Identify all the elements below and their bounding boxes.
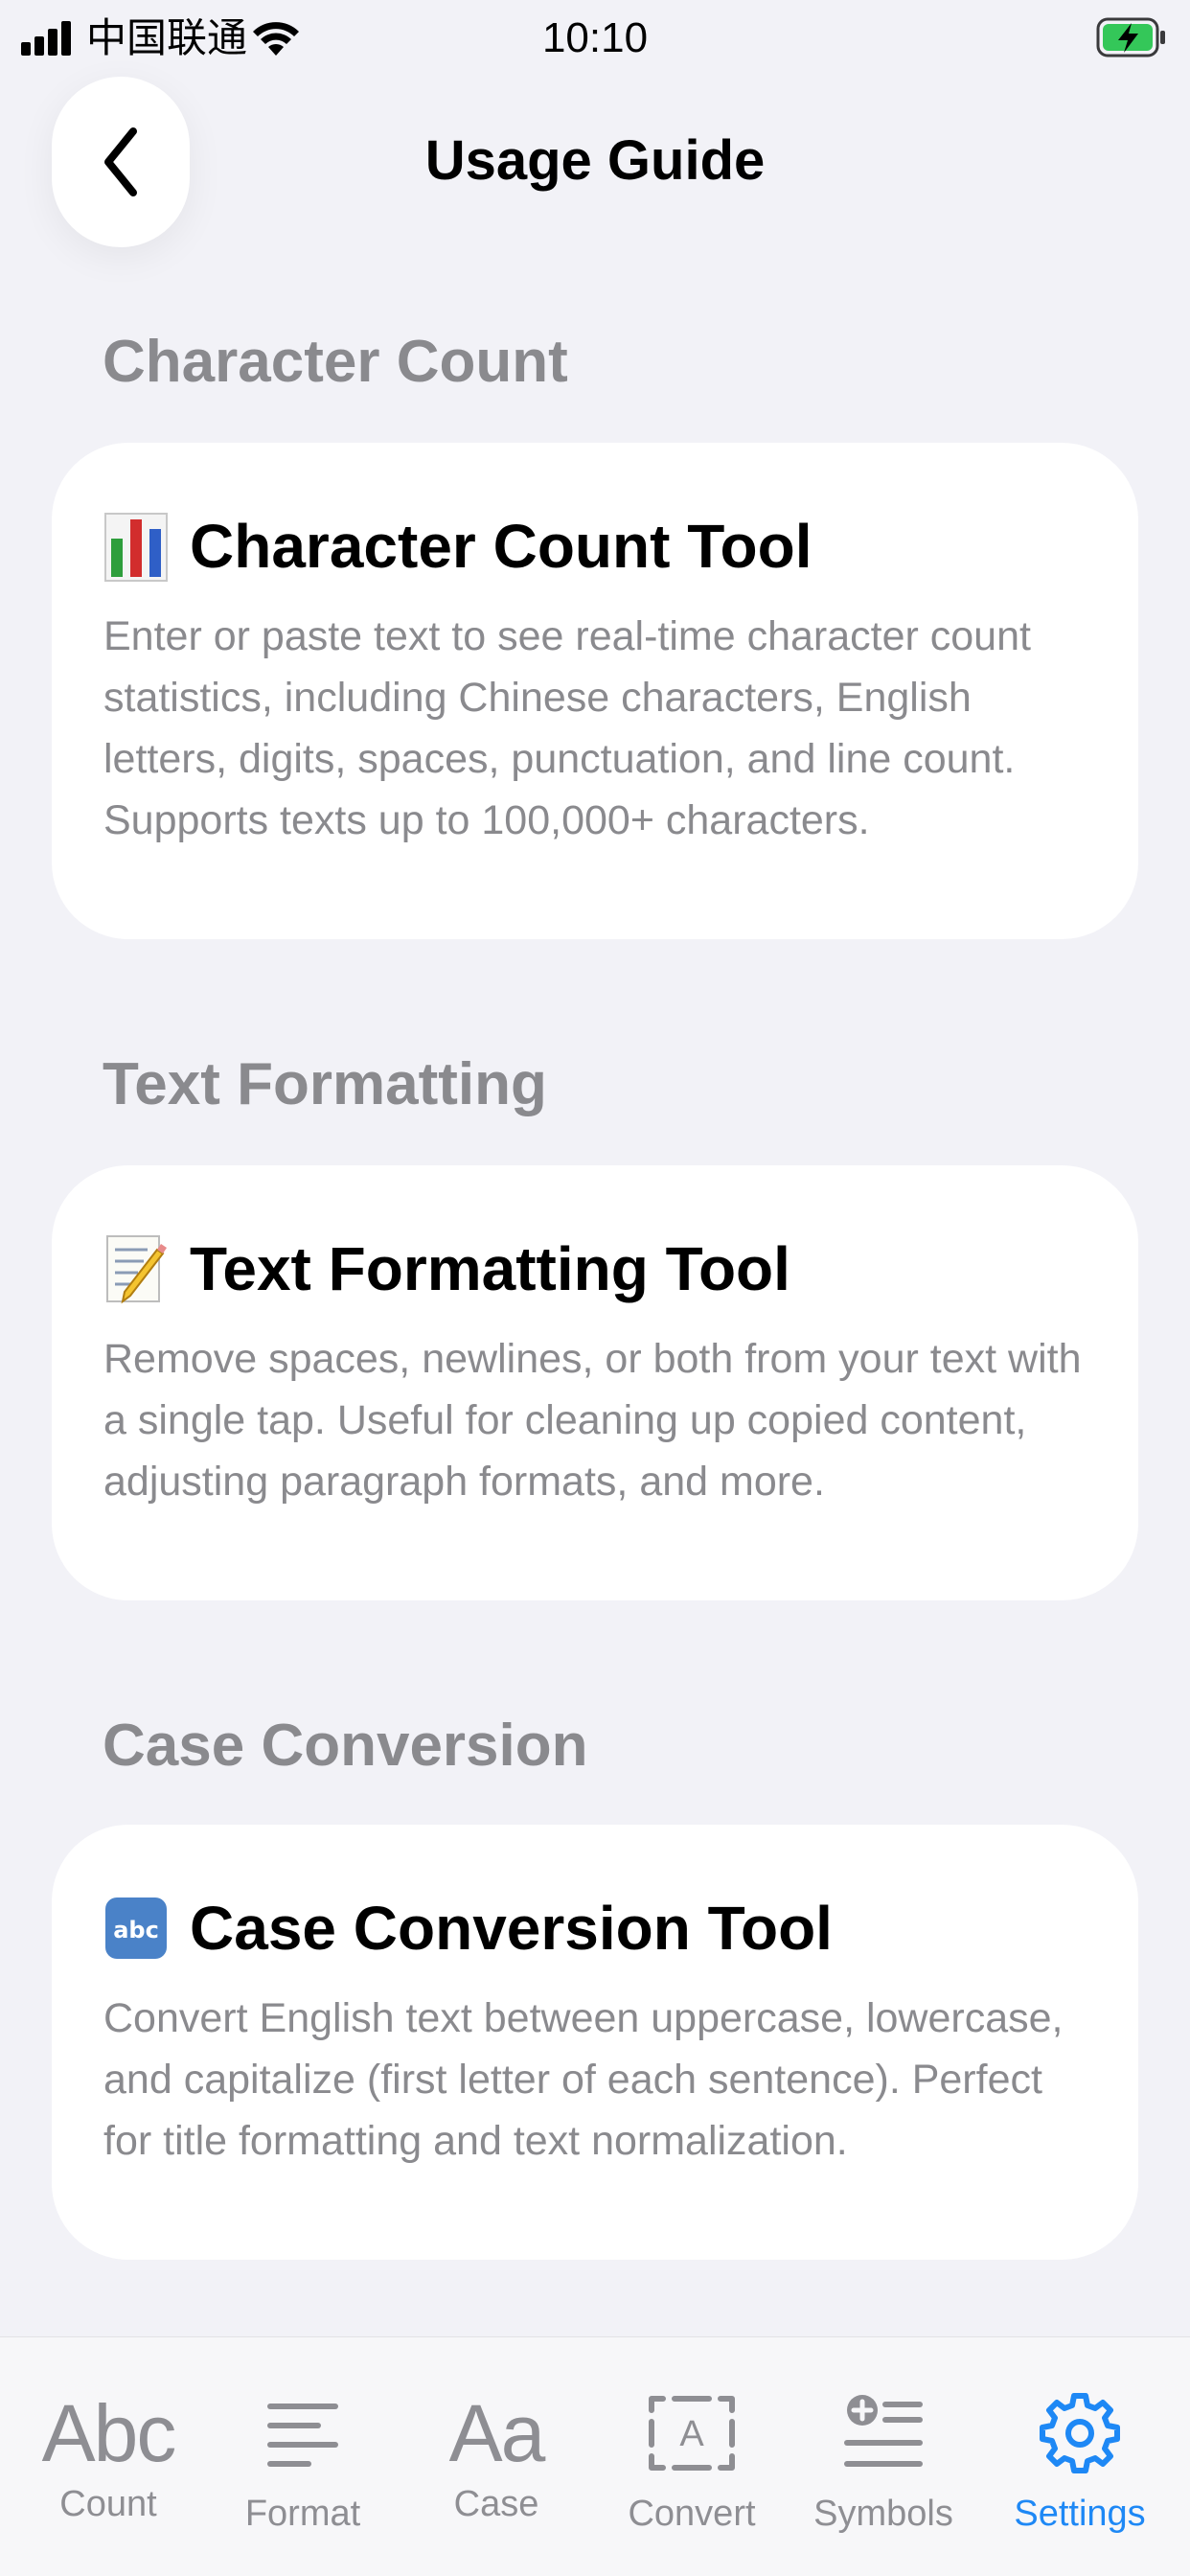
screen: 中国联通 10:10 Usage Guide Character Count C… [0,0,1190,2576]
memo-emoji-icon [106,1235,167,1304]
tab-label: Settings [1014,2494,1146,2534]
status-time: 10:10 [541,14,649,61]
card-title-row: Character Count Tool [103,508,812,585]
a-box-icon: A [596,2385,788,2481]
tab-format[interactable]: Format [207,2337,399,2576]
card-title: Case Conversion Tool [190,1894,833,1963]
card-title: Character Count Tool [190,512,812,581]
gear-icon [984,2385,1176,2481]
card-description: Remove spaces, newlines, or both from yo… [103,1336,1082,1505]
card-title-row: abc Case Conversion Tool [103,1890,833,1966]
tab-case[interactable]: Aa Case [400,2337,592,2576]
tab-bar: Abc Count Format Aa Case A Convert Symbo… [0,2336,1190,2576]
section-header-text-formatting: Text Formatting [103,1051,547,1117]
card-title-row: Text Formatting Tool [103,1230,790,1307]
card-title: Text Formatting Tool [190,1234,790,1303]
svg-text:abc: abc [113,1917,159,1944]
card-description: Convert English text between uppercase, … [103,1995,1064,2164]
card-case-conversion: abc Case Conversion Tool Convert English… [52,1825,1138,2260]
list-plus-icon [788,2385,979,2481]
tab-label: Case [453,2484,539,2524]
section-header-character-count: Character Count [103,329,568,395]
lines-icon [207,2385,399,2481]
tab-count[interactable]: Abc Count [12,2337,204,2576]
section-header-case-conversion: Case Conversion [103,1713,588,1779]
status-bar: 中国联通 10:10 [0,0,1190,77]
abc-emoji-icon: abc [105,1898,167,1959]
card-character-count: Character Count Tool Enter or paste text… [52,443,1138,939]
tab-label: Count [59,2484,157,2524]
aa-text-icon: Aa [448,2388,546,2478]
abc-text-icon: Abc [41,2388,177,2478]
tab-label: Symbols [813,2494,953,2534]
battery-charging-icon [1096,17,1165,58]
bar-chart-emoji-icon [104,513,168,582]
tab-symbols[interactable]: Symbols [788,2337,979,2576]
tab-label: Convert [628,2494,756,2534]
svg-text:A: A [679,2414,704,2454]
card-description: Enter or paste text to see real-time cha… [103,613,1031,843]
tab-settings[interactable]: Settings [984,2337,1176,2576]
tab-convert[interactable]: A Convert [596,2337,788,2576]
card-text-formatting: Text Formatting Tool Remove spaces, newl… [52,1165,1138,1600]
page-title: Usage Guide [424,129,766,192]
tab-label: Format [244,2494,361,2534]
